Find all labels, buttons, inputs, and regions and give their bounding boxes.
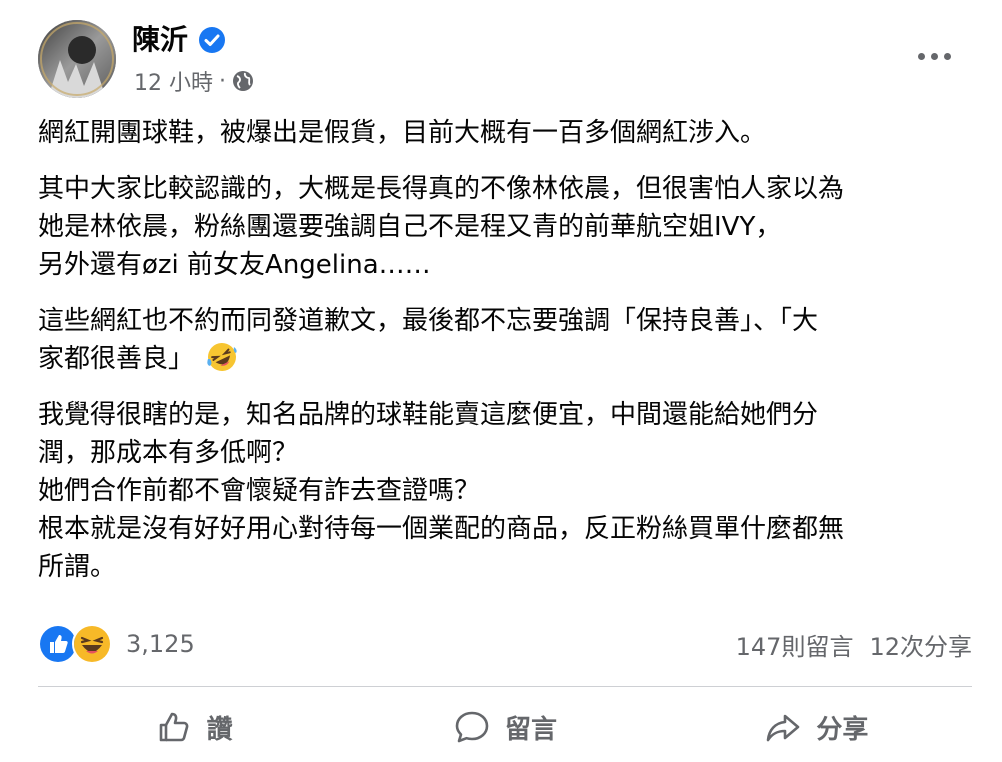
post-card: 陳沂 12 小時 · 網紅開團球鞋，被爆出是假貨，目前大概有一百多個網紅涉入。 … <box>0 0 1002 762</box>
verified-badge-icon <box>199 27 226 53</box>
comment-icon <box>455 711 489 743</box>
thumbs-up-icon <box>159 712 189 742</box>
meta-separator: · <box>219 68 226 94</box>
more-icon-dot <box>917 52 925 60</box>
share-button[interactable]: 分享 <box>661 696 972 758</box>
post-line: 另外還有øzi 前女友Angelina…… <box>38 250 431 280</box>
like-button-label: 讚 <box>206 714 233 745</box>
laughing-emoji-icon <box>207 343 237 371</box>
post-paragraph: 我覺得很瞎的是，知名品牌的球鞋能賣這麼便宜，中間還能給她們分 潤，那成本有多低啊… <box>38 396 978 586</box>
post-line: 網紅開團球鞋，被爆出是假貨，目前大概有一百多個網紅涉入。 <box>38 118 767 148</box>
post-line: 我覺得很瞎的是，知名品牌的球鞋能賣這麼便宜，中間還能給她們分 <box>38 400 819 430</box>
more-options-button[interactable] <box>912 36 956 76</box>
post-paragraph: 網紅開團球鞋，被爆出是假貨，目前大概有一百多個網紅涉入。 <box>38 114 978 152</box>
post-paragraph: 其中大家比較認識的，大概是長得真的不像林依晨，但很害怕人家以為 她是林依晨，粉絲… <box>38 170 978 284</box>
post-timestamp[interactable]: 12 小時 <box>134 65 213 97</box>
comment-button[interactable]: 留言 <box>349 696 660 758</box>
action-bar: 讚 留言 分享 <box>38 696 972 758</box>
post-line: 家都很善良」 <box>38 344 195 374</box>
share-button-label: 分享 <box>816 714 869 745</box>
author-name-text[interactable]: 陳沂 <box>132 20 188 60</box>
post-paragraph: 這些網紅也不約而同發道歉文，最後都不忘要強調「保持良善」、「大 家都很善良」 <box>38 302 978 378</box>
post-line: 她們合作前都不會懷疑有詐去查證嗎？ <box>38 476 481 506</box>
post-line: 其中大家比較認識的，大概是長得真的不像林依晨，但很害怕人家以為 <box>38 174 845 204</box>
share-icon <box>767 714 800 742</box>
more-icon-dot <box>943 52 951 60</box>
post-line: 根本就是沒有好好用心對待每一個業配的商品，反正粉絲買單什麼都無 <box>38 514 845 544</box>
author-name[interactable]: 陳沂 <box>132 20 226 60</box>
post-line: 潤，那成本有多低啊？ <box>38 438 299 468</box>
post-meta: 12 小時 · <box>134 64 254 98</box>
post-line: 所謂。 <box>38 552 117 582</box>
reaction-count[interactable]: 3,125 <box>126 630 195 658</box>
comment-button-label: 留言 <box>504 714 557 745</box>
share-count[interactable]: 12次分享 <box>869 627 972 662</box>
more-icon-dot <box>930 52 938 60</box>
engagement-counts: 147則留言 12次分享 <box>736 627 972 662</box>
post-line: 她是林依晨，粉絲團還要強調自己不是程又青的前華航空姐IVY， <box>38 212 782 242</box>
post-stats: 3,125 147則留言 12次分享 <box>38 622 972 666</box>
like-button[interactable]: 讚 <box>38 696 349 758</box>
comment-count[interactable]: 147則留言 <box>736 627 854 662</box>
divider <box>38 686 972 687</box>
post-line: 這些網紅也不約而同發道歉文，最後都不忘要強調「保持良善」、「大 <box>38 306 819 336</box>
reaction-summary[interactable]: 3,125 <box>38 624 195 664</box>
haha-reaction-icon[interactable] <box>72 624 112 664</box>
post-body: 網紅開團球鞋，被爆出是假貨，目前大概有一百多個網紅涉入。 其中大家比較認識的，大… <box>38 114 978 604</box>
author-avatar[interactable] <box>38 20 116 98</box>
globe-icon[interactable] <box>232 70 254 92</box>
